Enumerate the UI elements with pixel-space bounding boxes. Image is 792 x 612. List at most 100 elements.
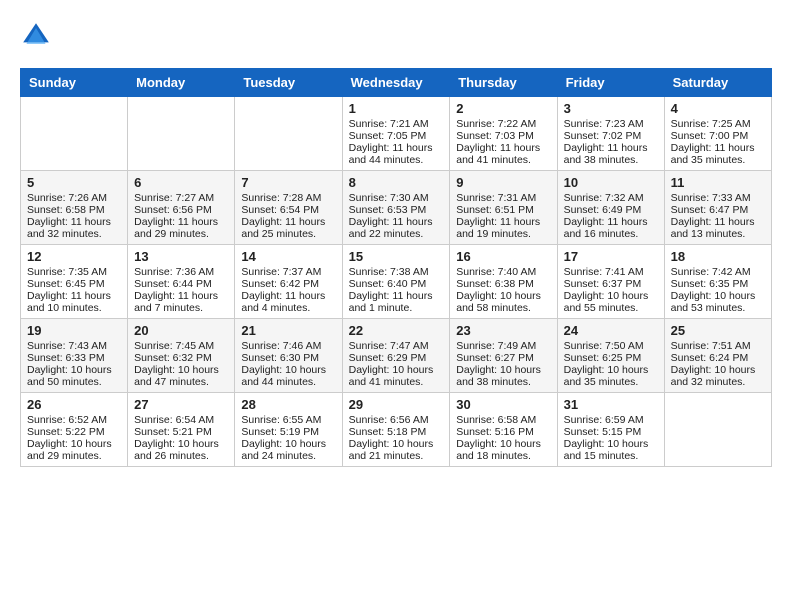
- day-number: 5: [27, 175, 121, 190]
- day-info: Sunset: 7:03 PM: [456, 130, 550, 142]
- day-info: Sunset: 6:33 PM: [27, 352, 121, 364]
- calendar-cell: 13Sunrise: 7:36 AMSunset: 6:44 PMDayligh…: [128, 245, 235, 319]
- page-header: [20, 20, 772, 52]
- calendar-cell: 3Sunrise: 7:23 AMSunset: 7:02 PMDaylight…: [557, 97, 664, 171]
- day-info: Sunrise: 7:35 AM: [27, 266, 121, 278]
- day-info: Sunset: 6:25 PM: [564, 352, 658, 364]
- day-info: Daylight: 11 hours and 1 minute.: [349, 290, 444, 314]
- calendar-cell: [664, 393, 771, 467]
- calendar-cell: 29Sunrise: 6:56 AMSunset: 5:18 PMDayligh…: [342, 393, 450, 467]
- calendar-cell: 7Sunrise: 7:28 AMSunset: 6:54 PMDaylight…: [235, 171, 342, 245]
- day-info: Sunset: 6:44 PM: [134, 278, 228, 290]
- calendar-cell: 19Sunrise: 7:43 AMSunset: 6:33 PMDayligh…: [21, 319, 128, 393]
- day-info: Daylight: 11 hours and 13 minutes.: [671, 216, 765, 240]
- day-info: Daylight: 10 hours and 55 minutes.: [564, 290, 658, 314]
- day-number: 25: [671, 323, 765, 338]
- day-info: Daylight: 10 hours and 29 minutes.: [27, 438, 121, 462]
- day-number: 6: [134, 175, 228, 190]
- day-info: Daylight: 11 hours and 41 minutes.: [456, 142, 550, 166]
- calendar-cell: 14Sunrise: 7:37 AMSunset: 6:42 PMDayligh…: [235, 245, 342, 319]
- day-number: 7: [241, 175, 335, 190]
- calendar-cell: 23Sunrise: 7:49 AMSunset: 6:27 PMDayligh…: [450, 319, 557, 393]
- day-number: 2: [456, 101, 550, 116]
- day-number: 10: [564, 175, 658, 190]
- day-info: Sunset: 7:02 PM: [564, 130, 658, 142]
- day-number: 18: [671, 249, 765, 264]
- day-number: 12: [27, 249, 121, 264]
- day-info: Sunset: 6:24 PM: [671, 352, 765, 364]
- day-info: Sunset: 6:56 PM: [134, 204, 228, 216]
- calendar-cell: 17Sunrise: 7:41 AMSunset: 6:37 PMDayligh…: [557, 245, 664, 319]
- logo: [20, 20, 58, 52]
- day-info: Sunrise: 7:47 AM: [349, 340, 444, 352]
- day-info: Sunrise: 6:54 AM: [134, 414, 228, 426]
- day-info: Sunset: 6:30 PM: [241, 352, 335, 364]
- day-info: Sunrise: 7:40 AM: [456, 266, 550, 278]
- day-info: Sunrise: 7:31 AM: [456, 192, 550, 204]
- day-info: Daylight: 10 hours and 26 minutes.: [134, 438, 228, 462]
- weekday-header-wednesday: Wednesday: [342, 69, 450, 97]
- calendar-cell: 11 Sunrise: 7:33 AMSunset: 6:47 PMDayligh…: [664, 171, 771, 245]
- day-info: Daylight: 10 hours and 58 minutes.: [456, 290, 550, 314]
- day-info: Sunrise: 7:28 AM: [241, 192, 335, 204]
- day-number: 15: [349, 249, 444, 264]
- day-info: Sunset: 6:51 PM: [456, 204, 550, 216]
- day-info: Daylight: 11 hours and 10 minutes.: [27, 290, 121, 314]
- day-number: 22: [349, 323, 444, 338]
- calendar-cell: 18Sunrise: 7:42 AMSunset: 6:35 PMDayligh…: [664, 245, 771, 319]
- day-number: 28: [241, 397, 335, 412]
- day-number: 31: [564, 397, 658, 412]
- day-info: Daylight: 10 hours and 47 minutes.: [134, 364, 228, 388]
- day-info: Sunrise: 6:59 AM: [564, 414, 658, 426]
- day-number: 27: [134, 397, 228, 412]
- calendar-cell: 2Sunrise: 7:22 AMSunset: 7:03 PMDaylight…: [450, 97, 557, 171]
- day-info: Daylight: 10 hours and 24 minutes.: [241, 438, 335, 462]
- calendar-cell: 4Sunrise: 7:25 AMSunset: 7:00 PMDaylight…: [664, 97, 771, 171]
- day-info: Sunset: 6:37 PM: [564, 278, 658, 290]
- day-number: 29: [349, 397, 444, 412]
- day-number: 9: [456, 175, 550, 190]
- day-info: Daylight: 10 hours and 18 minutes.: [456, 438, 550, 462]
- day-info: Sunset: 6:45 PM: [27, 278, 121, 290]
- day-info: Sunset: 7:05 PM: [349, 130, 444, 142]
- day-info: Sunrise: 7:33 AM: [671, 192, 765, 204]
- day-info: Sunset: 6:38 PM: [456, 278, 550, 290]
- day-info: Sunrise: 7:45 AM: [134, 340, 228, 352]
- day-info: Sunrise: 7:23 AM: [564, 118, 658, 130]
- day-number: 23: [456, 323, 550, 338]
- day-info: Sunrise: 6:58 AM: [456, 414, 550, 426]
- calendar-cell: 8Sunrise: 7:30 AMSunset: 6:53 PMDaylight…: [342, 171, 450, 245]
- calendar-cell: [21, 97, 128, 171]
- day-number: 11: [671, 175, 765, 190]
- weekday-header-monday: Monday: [128, 69, 235, 97]
- day-info: Sunrise: 6:52 AM: [27, 414, 121, 426]
- calendar-cell: 27Sunrise: 6:54 AMSunset: 5:21 PMDayligh…: [128, 393, 235, 467]
- day-info: Sunrise: 7:51 AM: [671, 340, 765, 352]
- calendar-cell: 28Sunrise: 6:55 AMSunset: 5:19 PMDayligh…: [235, 393, 342, 467]
- logo-icon: [20, 20, 52, 52]
- week-row-2: 5Sunrise: 7:26 AMSunset: 6:58 PMDaylight…: [21, 171, 772, 245]
- day-info: Sunrise: 7:42 AM: [671, 266, 765, 278]
- day-info: Sunrise: 7:36 AM: [134, 266, 228, 278]
- day-number: 4: [671, 101, 765, 116]
- day-info: Sunrise: 7:27 AM: [134, 192, 228, 204]
- day-info: Daylight: 10 hours and 15 minutes.: [564, 438, 658, 462]
- calendar-cell: 12 Sunrise: 7:35 AMSunset: 6:45 PMDayligh…: [21, 245, 128, 319]
- day-info: Sunset: 7:00 PM: [671, 130, 765, 142]
- calendar-cell: 24Sunrise: 7:50 AMSunset: 6:25 PMDayligh…: [557, 319, 664, 393]
- calendar-cell: [128, 97, 235, 171]
- day-info: Sunset: 6:27 PM: [456, 352, 550, 364]
- week-row-5: 26Sunrise: 6:52 AMSunset: 5:22 PMDayligh…: [21, 393, 772, 467]
- day-info: Sunrise: 7:46 AM: [241, 340, 335, 352]
- day-info: Sunset: 6:47 PM: [671, 204, 765, 216]
- calendar-cell: 6Sunrise: 7:27 AMSunset: 6:56 PMDaylight…: [128, 171, 235, 245]
- day-info: Daylight: 10 hours and 44 minutes.: [241, 364, 335, 388]
- day-number: 13: [134, 249, 228, 264]
- day-info: Sunset: 6:40 PM: [349, 278, 444, 290]
- calendar-cell: 10Sunrise: 7:32 AMSunset: 6:49 PMDayligh…: [557, 171, 664, 245]
- day-info: Sunrise: 7:49 AM: [456, 340, 550, 352]
- day-info: Sunrise: 7:26 AM: [27, 192, 121, 204]
- day-number: 26: [27, 397, 121, 412]
- calendar-cell: 26Sunrise: 6:52 AMSunset: 5:22 PMDayligh…: [21, 393, 128, 467]
- week-row-4: 19Sunrise: 7:43 AMSunset: 6:33 PMDayligh…: [21, 319, 772, 393]
